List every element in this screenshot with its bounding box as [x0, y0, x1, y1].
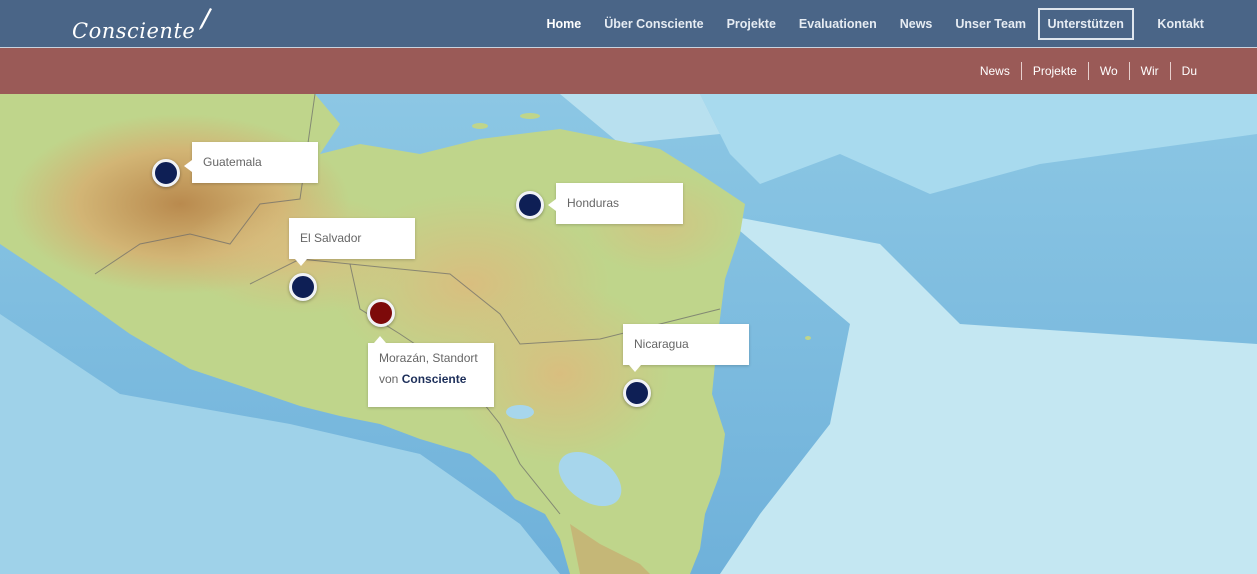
nav-uber-consciente[interactable]: Über Consciente — [604, 17, 703, 31]
map-marker-honduras[interactable] — [516, 191, 544, 219]
map-label-el-salvador: El Salvador — [289, 218, 415, 266]
central-america-map[interactable]: Guatemala Honduras El Salvador Morazán, … — [0, 94, 1257, 574]
nav-evaluationen[interactable]: Evaluationen — [799, 17, 877, 31]
sub-nav: News Projekte Wo Wir Du — [969, 48, 1208, 94]
nav-home[interactable]: Home — [547, 17, 582, 31]
map-marker-nicaragua[interactable] — [623, 379, 651, 407]
label-pointer — [548, 199, 556, 211]
logo-text: Consciente — [72, 19, 196, 43]
section-sub-navigation: News Projekte Wo Wir Du — [0, 48, 1257, 94]
label-pointer — [629, 365, 641, 372]
nav-unser-team[interactable]: Unser Team — [955, 17, 1026, 31]
nav-kontakt[interactable]: Kontakt — [1157, 17, 1204, 31]
top-navigation-bar: Consciente Home Über Consciente Projekte… — [0, 0, 1257, 48]
label-pointer — [295, 259, 307, 266]
subnav-news[interactable]: News — [969, 62, 1021, 80]
label-text: Guatemala — [203, 155, 262, 169]
map-label-honduras: Honduras — [548, 183, 683, 224]
label-text-consciente: Consciente — [401, 372, 467, 386]
subnav-wo[interactable]: Wo — [1087, 62, 1129, 80]
map-label-nicaragua: Nicaragua — [623, 324, 749, 372]
map-label-morazan: Morazán, Standort von Consciente — [368, 336, 494, 407]
label-pointer — [184, 160, 192, 172]
label-pointer — [374, 336, 386, 343]
label-text-line2: von Consciente — [379, 369, 483, 390]
map-marker-el-salvador[interactable] — [289, 273, 317, 301]
label-text: Nicaragua — [634, 337, 689, 351]
label-text-prefix: von — [379, 372, 399, 386]
nav-unterstutzen-button[interactable]: Unterstützen — [1037, 7, 1134, 40]
subnav-wir[interactable]: Wir — [1128, 62, 1170, 80]
consciente-logo[interactable]: Consciente — [72, 5, 213, 43]
subnav-projekte[interactable]: Projekte — [1020, 62, 1088, 80]
pencil-icon — [199, 8, 213, 30]
map-label-guatemala: Guatemala — [184, 142, 318, 183]
subnav-du[interactable]: Du — [1169, 62, 1208, 80]
map-marker-guatemala[interactable] — [152, 159, 180, 187]
map-marker-morazan[interactable] — [367, 299, 395, 327]
main-nav: Home Über Consciente Projekte Evaluation… — [535, 0, 1215, 47]
nav-projekte[interactable]: Projekte — [727, 17, 776, 31]
label-text: El Salvador — [300, 231, 362, 245]
nav-news[interactable]: News — [900, 17, 933, 31]
label-text: Honduras — [567, 196, 620, 210]
label-text-line1: Morazán, Standort — [379, 351, 478, 365]
